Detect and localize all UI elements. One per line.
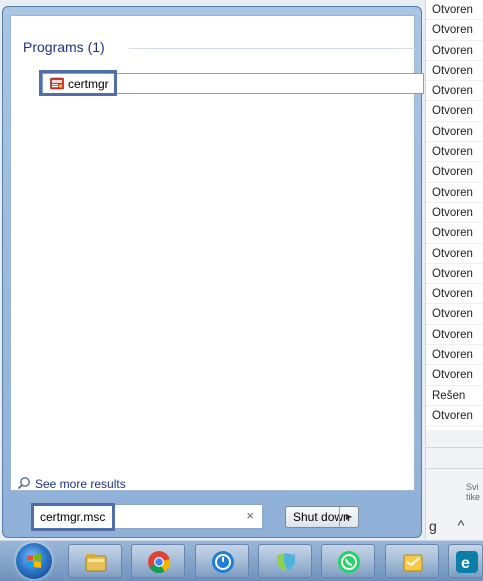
status-cell: Otvoren xyxy=(426,406,483,427)
section-divider xyxy=(129,48,415,49)
magnifier-icon xyxy=(17,477,30,490)
taskbar: e xyxy=(0,540,483,581)
see-more-label: See more results xyxy=(35,477,126,491)
status-cell: Otvoren xyxy=(426,304,483,325)
shut-down-button[interactable]: Shut down ▶ xyxy=(285,506,359,528)
status-cell: Rešen xyxy=(426,386,483,406)
divider xyxy=(426,447,483,448)
taskbar-whatsapp[interactable] xyxy=(321,544,375,578)
status-cell: Otvoren xyxy=(426,142,483,163)
svg-text:e: e xyxy=(461,555,470,572)
chat-bubble-icon xyxy=(277,553,295,571)
truncated-letter: g xyxy=(429,518,437,534)
background-lower-panel: Svi tike g ^ xyxy=(425,430,483,540)
status-cell: Otvoren xyxy=(426,203,483,224)
see-more-results-link[interactable]: See more results xyxy=(17,477,126,491)
truncated-column-header: Svi tike xyxy=(466,482,481,502)
start-search-input[interactable]: certmgr.msc × xyxy=(33,504,263,529)
taskbar-clock-app[interactable] xyxy=(195,544,249,578)
start-button[interactable] xyxy=(16,543,52,579)
status-cell: Otvoren xyxy=(426,183,483,203)
chrome-icon xyxy=(148,551,171,573)
status-cell: Otvoren xyxy=(426,20,483,41)
status-cell: Otvoren xyxy=(426,0,483,21)
divider xyxy=(426,468,483,469)
status-cell: Otvoren xyxy=(426,61,483,82)
shut-down-options-arrow-icon[interactable]: ▶ xyxy=(339,507,358,527)
whatsapp-icon xyxy=(338,551,360,573)
status-cell: Otvoren xyxy=(426,81,483,102)
windows-logo-icon xyxy=(27,554,41,568)
status-cell: Otvoren xyxy=(426,244,483,264)
status-cell: Otvoren xyxy=(426,122,483,143)
status-cell: Otvoren xyxy=(426,325,483,346)
programs-section-header: Programs (1) xyxy=(23,39,105,55)
clock-icon xyxy=(212,551,234,573)
status-cell: Otvoren xyxy=(426,101,483,122)
background-status-list: Otvoren Otvoren Otvoren Otvoren Otvoren Otvor… xyxy=(425,0,483,430)
notes-icon xyxy=(403,554,423,572)
status-cell: Otvoren xyxy=(426,264,483,285)
result-item-certmgr[interactable]: certmgr xyxy=(42,73,424,94)
status-cell: Otvoren xyxy=(426,223,483,244)
chevron-up-icon[interactable]: ^ xyxy=(446,513,476,537)
search-value: certmgr.msc xyxy=(40,510,106,524)
edge-icon: e xyxy=(456,551,478,573)
status-cell: Otvoren xyxy=(426,41,483,61)
result-label: certmgr xyxy=(68,77,109,91)
start-menu: Programs (1) certmgr See more results ce… xyxy=(2,6,424,538)
taskbar-edge[interactable]: e xyxy=(448,544,483,578)
status-cell: Otvoren xyxy=(426,345,483,366)
status-cell: Otvoren xyxy=(426,365,483,386)
taskbar-explorer[interactable] xyxy=(68,544,122,578)
clear-icon[interactable]: × xyxy=(246,508,254,523)
status-cell: Otvoren xyxy=(426,284,483,305)
taskbar-chrome[interactable] xyxy=(131,544,185,578)
status-cell: Otvoren xyxy=(426,162,483,183)
folder-icon xyxy=(85,554,107,572)
search-results-pane: Programs (1) certmgr See more results xyxy=(10,15,424,491)
certificate-manager-icon xyxy=(50,77,64,90)
taskbar-messaging[interactable] xyxy=(258,544,312,578)
taskbar-notes[interactable] xyxy=(385,544,439,578)
